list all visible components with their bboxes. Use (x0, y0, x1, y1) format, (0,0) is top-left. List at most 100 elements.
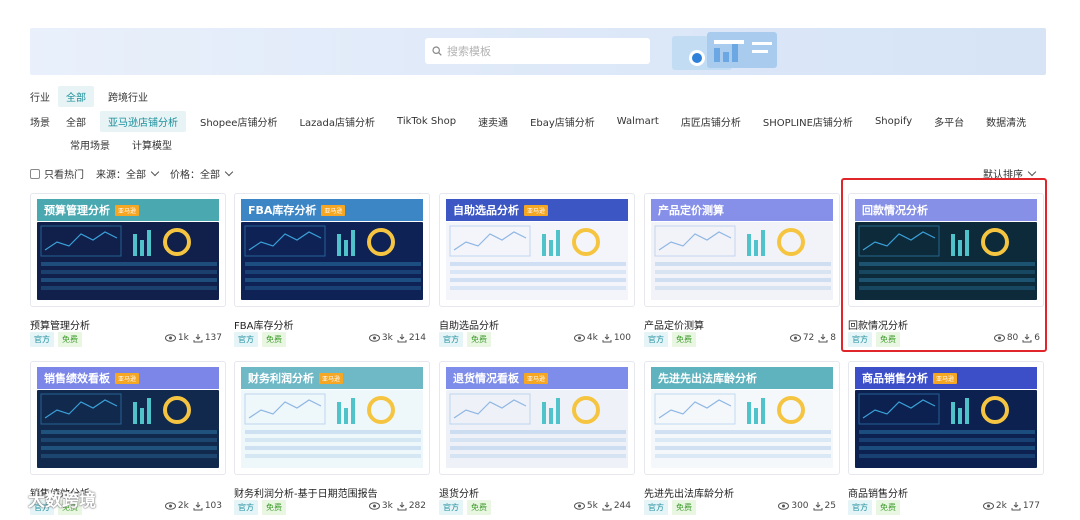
thumbnail-badge: 亚马逊 (524, 372, 549, 384)
card-title[interactable]: 自助选品分析 (439, 317, 499, 332)
search-input[interactable]: 搜索模板 (425, 38, 650, 64)
view-count: 1k (177, 333, 189, 343)
download-count: 25 (824, 501, 836, 511)
template-card[interactable]: 退货情况看板 亚马逊 退货分析 官方 免费 5k 244 (439, 361, 635, 519)
price-select-label: 价格：全部 (170, 170, 220, 181)
scene-chip-aliexpress[interactable]: 速卖通 (470, 111, 516, 132)
thumbnail-badge: 亚马逊 (115, 204, 140, 216)
industry-chip-cross-border[interactable]: 跨境行业 (100, 86, 156, 107)
thumbnail-title: 销售绩效看板 (44, 372, 110, 385)
scene-label: 场景 (30, 118, 50, 129)
card-title[interactable]: 先进先出法库龄分析 (644, 485, 734, 500)
card-tags: 官方 免费 (234, 332, 290, 347)
template-card[interactable]: 商品销售分析 亚马逊 商品销售分析 官方 免费 2k 177 (848, 361, 1044, 519)
tag-official: 官方 (439, 500, 463, 515)
hot-only-checkbox[interactable] (30, 168, 40, 179)
download-icon (193, 334, 203, 343)
source-select[interactable]: 来源：全部 (96, 166, 160, 181)
download-count: 177 (1022, 501, 1040, 511)
scene-chip-calc-model[interactable]: 计算模型 (124, 134, 180, 155)
card-title[interactable]: 产品定价测算 (644, 317, 704, 332)
scene-chip-lazada[interactable]: Lazada店铺分析 (291, 111, 383, 132)
tag-free: 免费 (467, 332, 491, 347)
preview-graphic (449, 393, 626, 458)
template-thumbnail[interactable]: 预算管理分析 亚马逊 (30, 193, 226, 307)
card-tags: 官方 免费 (234, 500, 290, 515)
download-icon (397, 334, 407, 343)
template-card[interactable]: 自助选品分析 亚马逊 自助选品分析 官方 免费 4k 100 (439, 193, 635, 351)
scene-chip-common[interactable]: 常用场景 (62, 134, 118, 155)
tag-official: 官方 (644, 332, 668, 347)
template-card[interactable]: 财务利润分析 亚马逊 财务利润分析-基于日期范围报告 官方 免费 3k 282 (234, 361, 430, 519)
view-count: 300 (791, 501, 809, 511)
scene-chip-multi-platform[interactable]: 多平台 (926, 111, 972, 132)
thumbnail-title: 财务利润分析 (248, 372, 314, 385)
preview-graphic (449, 225, 626, 290)
template-thumbnail[interactable]: 先进先出法库龄分析 (644, 361, 840, 475)
hot-only-label[interactable]: 只看热门 (44, 166, 84, 181)
card-tags: 官方 免费 (439, 332, 495, 347)
thumbnail-header: 退货情况看板 亚马逊 (446, 367, 628, 389)
scene-chip-walmart[interactable]: Walmart (609, 113, 667, 130)
download-count: 282 (408, 501, 426, 511)
card-title[interactable]: 商品销售分析 (848, 485, 908, 500)
scene-chip-shopee[interactable]: Shopee店铺分析 (192, 111, 285, 132)
card-tags: 官方 免费 (644, 332, 700, 347)
thumbnail-preview (37, 222, 219, 300)
thumbnail-title: 先进先出法库龄分析 (658, 372, 757, 385)
industry-chip-all[interactable]: 全部 (58, 86, 94, 107)
tag-free: 免费 (58, 332, 82, 347)
thumbnail-header: 销售绩效看板 亚马逊 (37, 367, 219, 389)
price-select[interactable]: 价格：全部 (170, 166, 234, 181)
view-count: 2k (177, 501, 189, 511)
template-card[interactable]: FBA库存分析 亚马逊 FBA库存分析 官方 免费 3k 214 (234, 193, 430, 351)
preview-graphic (244, 393, 421, 458)
template-thumbnail[interactable]: 财务利润分析 亚马逊 (234, 361, 430, 475)
filter-bar: 只看热门 来源：全部 价格：全部 (30, 166, 234, 181)
template-thumbnail[interactable]: 自助选品分析 亚马逊 (439, 193, 635, 307)
scene-filter-row: 场景 全部 亚马逊店铺分析 Shopee店铺分析 Lazada店铺分析 TikT… (30, 111, 1040, 132)
thumbnail-title: 商品销售分析 (862, 372, 928, 385)
download-count: 103 (204, 501, 222, 511)
template-thumbnail[interactable]: 商品销售分析 亚马逊 (848, 361, 1044, 475)
banner-illustration (672, 32, 777, 70)
download-count: 244 (613, 501, 631, 511)
view-count: 3k (381, 501, 393, 511)
template-thumbnail[interactable]: 退货情况看板 亚马逊 (439, 361, 635, 475)
template-thumbnail[interactable]: 销售绩效看板 亚马逊 (30, 361, 226, 475)
template-card[interactable]: 先进先出法库龄分析 先进先出法库龄分析 官方 免费 300 25 (644, 361, 840, 519)
scene-chip-shopify[interactable]: Shopify (867, 113, 920, 130)
industry-filter-row: 行业 全部 跨境行业 (30, 86, 162, 107)
card-stats: 3k 282 (368, 501, 430, 511)
template-thumbnail[interactable]: FBA库存分析 亚马逊 (234, 193, 430, 307)
thumbnail-preview (241, 390, 423, 468)
scene-chip-shoplazza[interactable]: 店匠店铺分析 (673, 111, 749, 132)
thumbnail-preview (241, 222, 423, 300)
card-title[interactable]: 财务利润分析-基于日期范围报告 (234, 485, 378, 500)
eye-icon (368, 502, 380, 510)
card-title[interactable]: 预算管理分析 (30, 317, 90, 332)
scene-chip-all[interactable]: 全部 (58, 111, 94, 132)
template-thumbnail[interactable]: 产品定价测算 (644, 193, 840, 307)
card-title[interactable]: FBA库存分析 (234, 317, 293, 332)
search-placeholder: 搜索模板 (447, 45, 491, 58)
download-icon (1011, 502, 1021, 511)
template-card[interactable]: 预算管理分析 亚马逊 预算管理分析 官方 免费 1k 137 (30, 193, 226, 351)
scene-chip-amazon[interactable]: 亚马逊店铺分析 (100, 111, 186, 132)
thumbnail-title: 自助选品分析 (453, 204, 519, 217)
scene-chip-tiktok[interactable]: TikTok Shop (389, 113, 464, 130)
eye-icon (164, 502, 176, 510)
template-card[interactable]: 产品定价测算 产品定价测算 官方 免费 72 8 (644, 193, 840, 351)
scene-chip-ebay[interactable]: Ebay店铺分析 (522, 111, 603, 132)
tag-free: 免费 (262, 500, 286, 515)
search-banner: 搜索模板 (30, 28, 1046, 75)
scene-filter-row-2: 常用场景 计算模型 (62, 134, 186, 155)
scene-chip-data-cleaning[interactable]: 数据清洗 (978, 111, 1034, 132)
download-count: 100 (613, 333, 631, 343)
thumbnail-badge: 亚马逊 (933, 372, 958, 384)
card-title[interactable]: 退货分析 (439, 485, 479, 500)
scene-chip-shopline[interactable]: SHOPLINE店铺分析 (755, 111, 861, 132)
card-stats: 2k 177 (982, 501, 1044, 511)
thumbnail-preview (446, 222, 628, 300)
tag-free: 免费 (672, 500, 696, 515)
